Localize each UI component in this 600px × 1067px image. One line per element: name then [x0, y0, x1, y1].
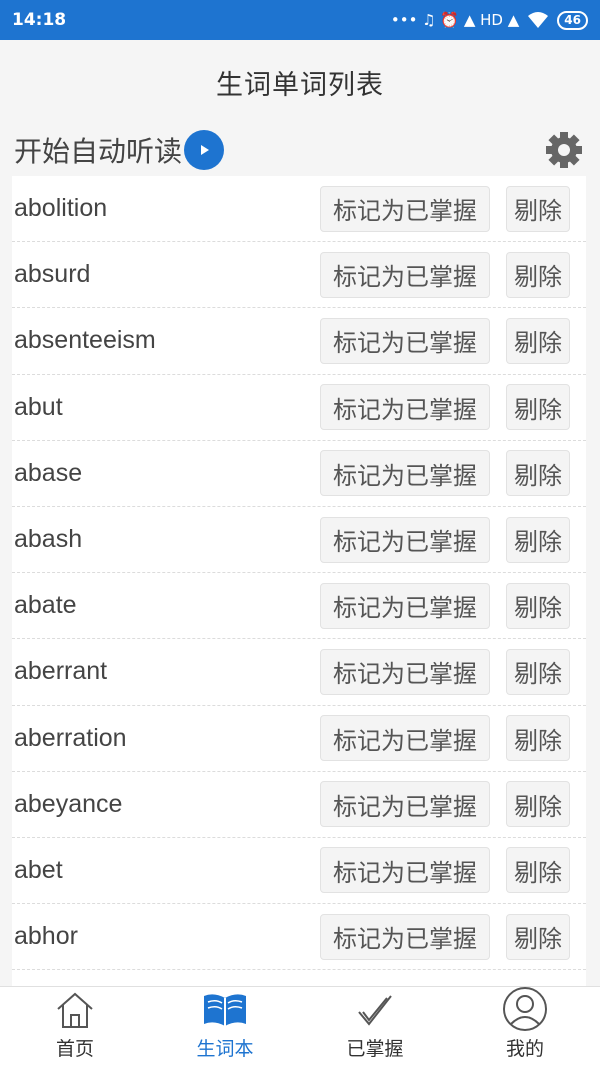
check-icon [352, 987, 398, 1032]
word-text: abolition [14, 194, 108, 223]
status-time: 14:18 [12, 10, 67, 30]
user-icon [502, 986, 548, 1032]
row-actions: 标记为已掌握 剔除 [320, 317, 570, 364]
tab-profile[interactable]: 我的 [450, 987, 600, 1067]
tab-label: 我的 [505, 1038, 544, 1060]
battery-icon: 46 [557, 10, 588, 30]
remove-button[interactable]: 剔除 [506, 384, 570, 431]
wifi-icon [528, 12, 549, 28]
row-actions: 标记为已掌握 剔除 [320, 384, 570, 431]
word-row: abhor 标记为已掌握 剔除 [12, 904, 586, 971]
play-icon[interactable] [184, 130, 225, 170]
mark-mastered-button[interactable]: 标记为已掌握 [320, 384, 490, 431]
remove-button[interactable]: 剔除 [506, 185, 570, 232]
row-actions: 标记为已掌握 剔除 [320, 715, 570, 762]
row-actions: 标记为已掌握 剔除 [320, 582, 570, 629]
row-actions: 标记为已掌握 剔除 [320, 781, 570, 828]
row-actions: 标记为已掌握 剔除 [320, 648, 570, 695]
word-row: abet 标记为已掌握 剔除 [12, 838, 586, 905]
word-text: aberration [14, 723, 127, 752]
mark-mastered-button[interactable]: 标记为已掌握 [320, 913, 490, 960]
home-icon [52, 987, 98, 1032]
status-icons: ••• ♫ ⏰ ▲ HD ▲ 46 [390, 10, 588, 30]
word-text: aberrant [14, 657, 108, 686]
mark-mastered-button[interactable]: 标记为已掌握 [320, 185, 490, 232]
row-actions: 标记为已掌握 剔除 [320, 847, 570, 894]
word-text: absurd [14, 260, 91, 289]
word-text: abase [14, 458, 83, 487]
mark-mastered-button[interactable]: 标记为已掌握 [320, 847, 490, 894]
mark-mastered-button[interactable]: 标记为已掌握 [320, 582, 490, 629]
remove-button[interactable]: 剔除 [506, 648, 570, 695]
remove-button[interactable]: 剔除 [506, 317, 570, 364]
mark-mastered-button[interactable]: 标记为已掌握 [320, 715, 490, 762]
word-row: abeyance 标记为已掌握 剔除 [12, 772, 586, 838]
remove-button[interactable]: 剔除 [506, 913, 570, 960]
word-row: aberrant 标记为已掌握 剔除 [12, 639, 586, 706]
word-row: aberration 标记为已掌握 剔除 [12, 706, 586, 772]
tab-bar: 首页 生词本 已掌握 我的 [0, 986, 600, 1067]
remove-button[interactable]: 剔除 [506, 847, 570, 894]
mark-mastered-button[interactable]: 标记为已掌握 [320, 251, 490, 298]
row-actions: 标记为已掌握 剔除 [320, 913, 570, 960]
word-row: absurd 标记为已掌握 剔除 [12, 242, 586, 309]
word-text: abet [14, 855, 63, 884]
status-indicator-icons: ••• ♫ ⏰ ▲ HD ▲ [390, 11, 520, 29]
status-bar: 14:18 ••• ♫ ⏰ ▲ HD ▲ 46 [0, 0, 600, 40]
word-row: abase 标记为已掌握 剔除 [12, 441, 586, 507]
tab-label: 已掌握 [346, 1038, 404, 1060]
row-actions: 标记为已掌握 剔除 [320, 185, 570, 232]
word-text: abate [14, 591, 77, 620]
word-row: abut 标记为已掌握 剔除 [12, 375, 586, 441]
word-text: abhor [14, 922, 78, 951]
word-text: abeyance [14, 789, 123, 818]
remove-button[interactable]: 剔除 [506, 251, 570, 298]
remove-button[interactable]: 剔除 [506, 781, 570, 828]
word-list[interactable]: abolition 标记为已掌握 剔除 absurd 标记为已掌握 剔除 absenteei… [12, 176, 586, 986]
mark-mastered-button[interactable]: 标记为已掌握 [320, 450, 490, 497]
word-row: abash 标记为已掌握 剔除 [12, 507, 586, 574]
settings-gear-icon[interactable] [542, 128, 586, 172]
row-actions: 标记为已掌握 剔除 [320, 251, 570, 298]
word-row: absenteeism 标记为已掌握 剔除 [12, 308, 586, 375]
tab-label: 首页 [55, 1038, 94, 1060]
toolbar: 开始自动听读 [0, 124, 600, 176]
book-icon [202, 987, 248, 1032]
remove-button[interactable]: 剔除 [506, 582, 570, 629]
auto-read-button[interactable]: 开始自动听读 [14, 130, 225, 170]
word-text: absenteeism [14, 326, 156, 355]
word-text: abash [14, 525, 83, 554]
tab-label: 生词本 [196, 1038, 254, 1060]
mark-mastered-button[interactable]: 标记为已掌握 [320, 781, 490, 828]
remove-button[interactable]: 剔除 [506, 516, 570, 563]
mark-mastered-button[interactable]: 标记为已掌握 [320, 317, 490, 364]
remove-button[interactable]: 剔除 [506, 715, 570, 762]
mark-mastered-button[interactable]: 标记为已掌握 [320, 516, 490, 563]
auto-read-label: 开始自动听读 [14, 135, 183, 168]
word-text: abut [14, 392, 63, 421]
word-row: abate 标记为已掌握 剔除 [12, 573, 586, 640]
row-actions: 标记为已掌握 剔除 [320, 450, 570, 497]
tab-mastered[interactable]: 已掌握 [300, 987, 450, 1067]
tab-vocabulary[interactable]: 生词本 [150, 987, 300, 1067]
remove-button[interactable]: 剔除 [506, 450, 570, 497]
page-title: 生词单词列表 [216, 69, 384, 101]
title-bar: 生词单词列表 [0, 40, 600, 124]
row-actions: 标记为已掌握 剔除 [320, 516, 570, 563]
tab-home[interactable]: 首页 [0, 987, 150, 1067]
mark-mastered-button[interactable]: 标记为已掌握 [320, 648, 490, 695]
word-row: abolition 标记为已掌握 剔除 [12, 176, 586, 243]
